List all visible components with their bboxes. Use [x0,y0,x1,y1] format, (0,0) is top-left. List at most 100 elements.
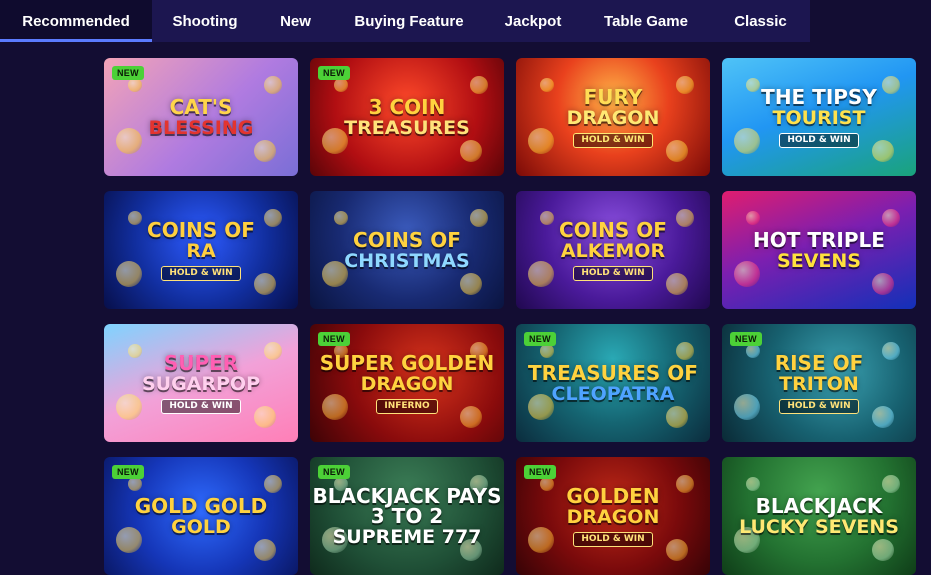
game-title-line-2: Lucky Sevens [739,515,899,538]
game-tile[interactable]: NEW Golden Dragon Hold & Win [516,457,710,575]
game-tile[interactable]: Coins of Alkemor Hold & Win [516,191,710,309]
tab-jackpot[interactable]: Jackpot [485,0,581,42]
coin-decoration [264,475,282,493]
game-tile[interactable]: NEW Blackjack pays 3 to 2 Supreme 777 [310,457,504,575]
new-badge: NEW [112,465,144,479]
game-tile[interactable]: Super Sugarpop Hold & Win [104,324,298,442]
game-title-line-2: Triton [779,372,859,395]
game-title-line-2: Gold [171,515,231,538]
coin-decoration [746,477,760,491]
coin-decoration [666,273,688,295]
game-title-line-2: Dragon [360,372,454,395]
tab-buying-feature[interactable]: Buying Feature [333,0,485,42]
coin-decoration [470,209,488,227]
game-title-line-2: Christmas [344,249,470,272]
new-badge: NEW [730,332,762,346]
coin-decoration [460,140,482,162]
game-tile[interactable]: NEW Treasures of Cleopatra [516,324,710,442]
game-tile[interactable]: Blackjack Lucky Sevens [722,457,916,575]
game-title-line-1: Coins of [559,217,667,242]
game-title-line-1: Hot Triple [753,227,885,252]
game-title-line-1: Treasures of [528,360,698,385]
coin-decoration [334,211,348,225]
coin-decoration [666,539,688,561]
tab-table-game[interactable]: Table Game [581,0,711,42]
coin-decoration [882,209,900,227]
game-title-line-2: Supreme 777 [332,525,482,548]
game-title-line-1: Golden [566,483,660,508]
tab-recommended[interactable]: Recommended [0,0,152,42]
coin-decoration [872,140,894,162]
game-grid: NEW Cat's Blessing NEW 3 Coin Treasures Fury Dr… [104,58,916,575]
coin-decoration [746,211,760,225]
game-tile[interactable]: NEW Rise of Triton Hold & Win [722,324,916,442]
coin-decoration [128,78,142,92]
coin-decoration [334,78,348,92]
game-title-line-2: Dragon [566,106,660,129]
game-title-line-1: Coins of [353,227,461,252]
game-feature-label: Hold & Win [779,132,859,148]
game-title-line-1: The Tipsy [761,84,877,109]
game-title-line-1: Cat's [169,94,233,119]
coin-decoration [528,261,554,287]
coin-decoration [666,140,688,162]
game-tile[interactable]: NEW Gold Gold Gold [104,457,298,575]
game-tile[interactable]: Coins of Christmas [310,191,504,309]
game-feature-label: Hold & Win [161,398,241,414]
coin-decoration [460,406,482,428]
game-feature-label: Hold & Win [779,398,859,414]
coin-decoration [872,539,894,561]
game-title-line-1: Rise of [774,350,864,375]
game-title-line-1: Gold Gold [134,493,268,518]
coin-decoration [254,406,276,428]
new-badge: NEW [318,465,350,479]
game-feature-label: Hold & Win [573,265,653,281]
game-title-line-1: Super [163,350,239,375]
coin-decoration [254,273,276,295]
tab-classic[interactable]: Classic [711,0,810,42]
coin-decoration [322,394,348,420]
new-badge: NEW [318,66,350,80]
game-feature-label: Hold & Win [573,531,653,547]
game-tile[interactable]: NEW 3 Coin Treasures [310,58,504,176]
game-tile[interactable]: Coins of Ra Hold & Win [104,191,298,309]
game-title-line-2: Treasures [344,116,470,139]
coin-decoration [264,76,282,94]
coin-decoration [528,128,554,154]
new-badge: NEW [112,66,144,80]
coin-decoration [470,76,488,94]
tab-new[interactable]: New [258,0,333,42]
coin-decoration [254,140,276,162]
category-tabs: Recommended Shooting New Buying Feature Jack… [0,0,810,42]
coin-decoration [734,128,760,154]
game-title-line-1: Blackjack [755,493,883,518]
coin-decoration [540,344,554,358]
coin-decoration [676,342,694,360]
coin-decoration [528,527,554,553]
game-feature-label: Hold & Win [573,132,653,148]
game-tile[interactable]: Hot Triple Sevens [722,191,916,309]
game-tile[interactable]: NEW Cat's Blessing [104,58,298,176]
tab-shooting[interactable]: Shooting [152,0,258,42]
game-tile[interactable]: NEW Super Golden Dragon Inferno [310,324,504,442]
game-title-line-1: 3 Coin [368,94,446,119]
game-tile[interactable]: The Tipsy Tourist Hold & Win [722,58,916,176]
coin-decoration [872,273,894,295]
game-title-line-2: Cleopatra [551,382,675,405]
game-title-line-2: Blessing [148,116,254,139]
coin-decoration [128,477,142,491]
coin-decoration [254,539,276,561]
coin-decoration [116,261,142,287]
game-title-line-1: Coins of [147,217,255,242]
coin-decoration [116,394,142,420]
new-badge: NEW [524,332,556,346]
game-title-line-1: Blackjack pays 3 to 2 [312,483,502,528]
coin-decoration [872,406,894,428]
new-badge: NEW [524,465,556,479]
coin-decoration [460,273,482,295]
coin-decoration [666,406,688,428]
game-tile[interactable]: Fury Dragon Hold & Win [516,58,710,176]
game-title-line-2: Sugarpop [141,372,261,395]
game-title-line-2: Alkemor [560,239,666,262]
coin-decoration [882,475,900,493]
